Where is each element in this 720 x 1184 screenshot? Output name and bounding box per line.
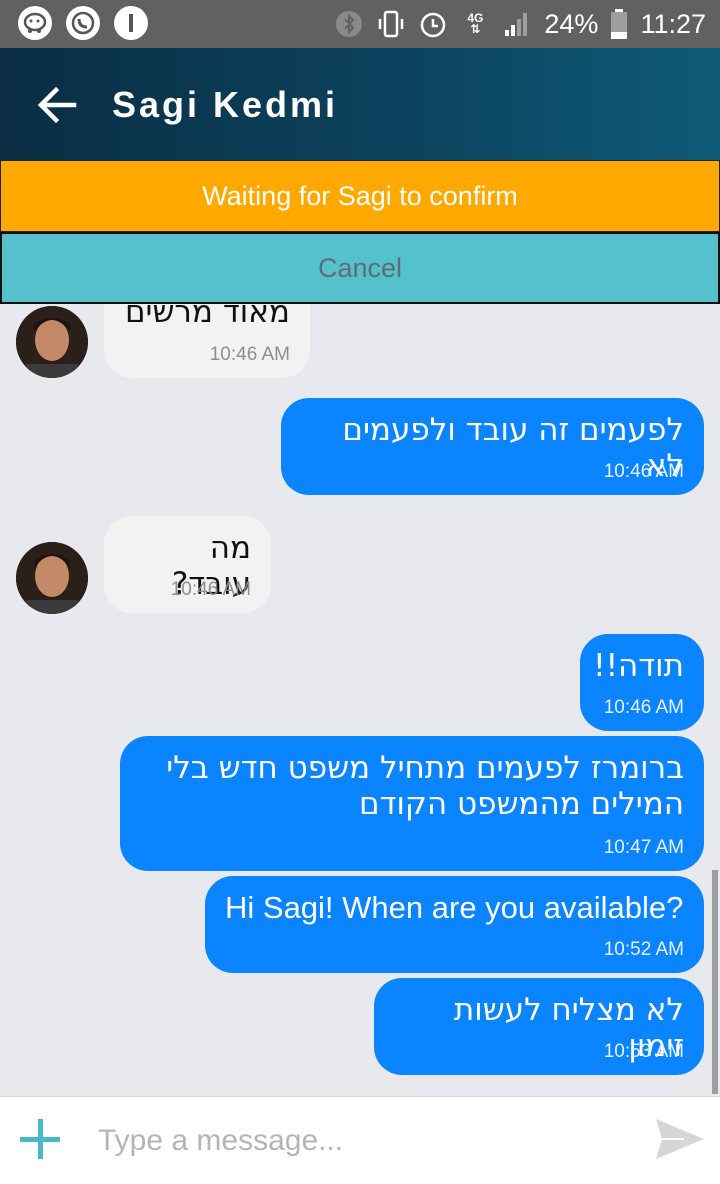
vibrate-icon	[376, 9, 406, 39]
message-bubble-outgoing[interactable]: ברומרז לפעמים מתחיל משפט חדש בלי המילים …	[120, 736, 704, 871]
signal-icon	[502, 9, 532, 39]
message-time: 10:53 AM	[603, 1041, 684, 1062]
network-icon: 4G ⇅	[467, 11, 484, 36]
back-arrow-icon[interactable]	[34, 82, 80, 128]
message-text: תודה!!	[593, 648, 684, 684]
message-bubble-outgoing[interactable]: Hi Sagi! When are you available? 10:52 A…	[205, 876, 704, 973]
message-bubble-outgoing[interactable]: תודה!! 10:46 AM	[580, 634, 704, 731]
battery-icon	[610, 9, 628, 39]
message-text: מאוד מרשים	[124, 304, 290, 330]
system-icons: 4G ⇅ 24% 11:27	[334, 0, 706, 48]
contact-avatar[interactable]	[16, 306, 88, 378]
message-time: 10:46 AM	[603, 697, 684, 718]
contact-avatar[interactable]	[16, 542, 88, 614]
bluetooth-icon	[334, 9, 364, 39]
message-list[interactable]: מאוד מרשים 10:46 AM לפעמים זה עובד ולפעמ…	[0, 304, 720, 1096]
message-time: 10:46 AM	[170, 579, 251, 600]
send-icon[interactable]	[654, 1115, 706, 1163]
info-app-icon	[114, 6, 148, 40]
message-time: 10:46 AM	[209, 344, 290, 365]
whatsapp-icon	[66, 6, 100, 40]
message-bubble-outgoing[interactable]: לפעמים זה עובד ולפעמים לא 10:46 AM	[281, 398, 704, 495]
page-title: Sagi Kedmi	[112, 84, 339, 125]
message-bubble-incoming[interactable]: מה עובד? 10:46 AM	[104, 516, 271, 613]
app-bar: Sagi Kedmi	[0, 48, 720, 160]
status-bar: 4G ⇅ 24% 11:27	[0, 0, 720, 48]
cancel-button[interactable]: Cancel	[0, 232, 720, 304]
notification-icons	[18, 6, 148, 40]
battery-percent: 24%	[544, 8, 599, 39]
scrollbar[interactable]	[712, 870, 718, 1094]
add-attachment-icon[interactable]	[20, 1119, 60, 1159]
composer-bar	[0, 1096, 720, 1184]
message-input[interactable]	[98, 1119, 618, 1163]
message-bubble-outgoing[interactable]: לא מצליח לעשות זימון 10:53 AM	[374, 978, 704, 1075]
waiting-confirmation-banner: Waiting for Sagi to confirm	[0, 160, 720, 232]
message-text: ברומרז לפעמים מתחיל משפט חדש בלי המילים …	[166, 750, 684, 822]
message-time: 10:47 AM	[603, 837, 684, 858]
message-time: 10:52 AM	[603, 939, 684, 960]
message-bubble-incoming[interactable]: מאוד מרשים 10:46 AM	[104, 304, 310, 378]
message-text: Hi Sagi! When are you available?	[225, 890, 684, 925]
alarm-icon	[418, 9, 448, 39]
waze-icon	[18, 6, 52, 40]
message-time: 10:46 AM	[603, 461, 684, 482]
clock: 11:27	[640, 8, 706, 39]
